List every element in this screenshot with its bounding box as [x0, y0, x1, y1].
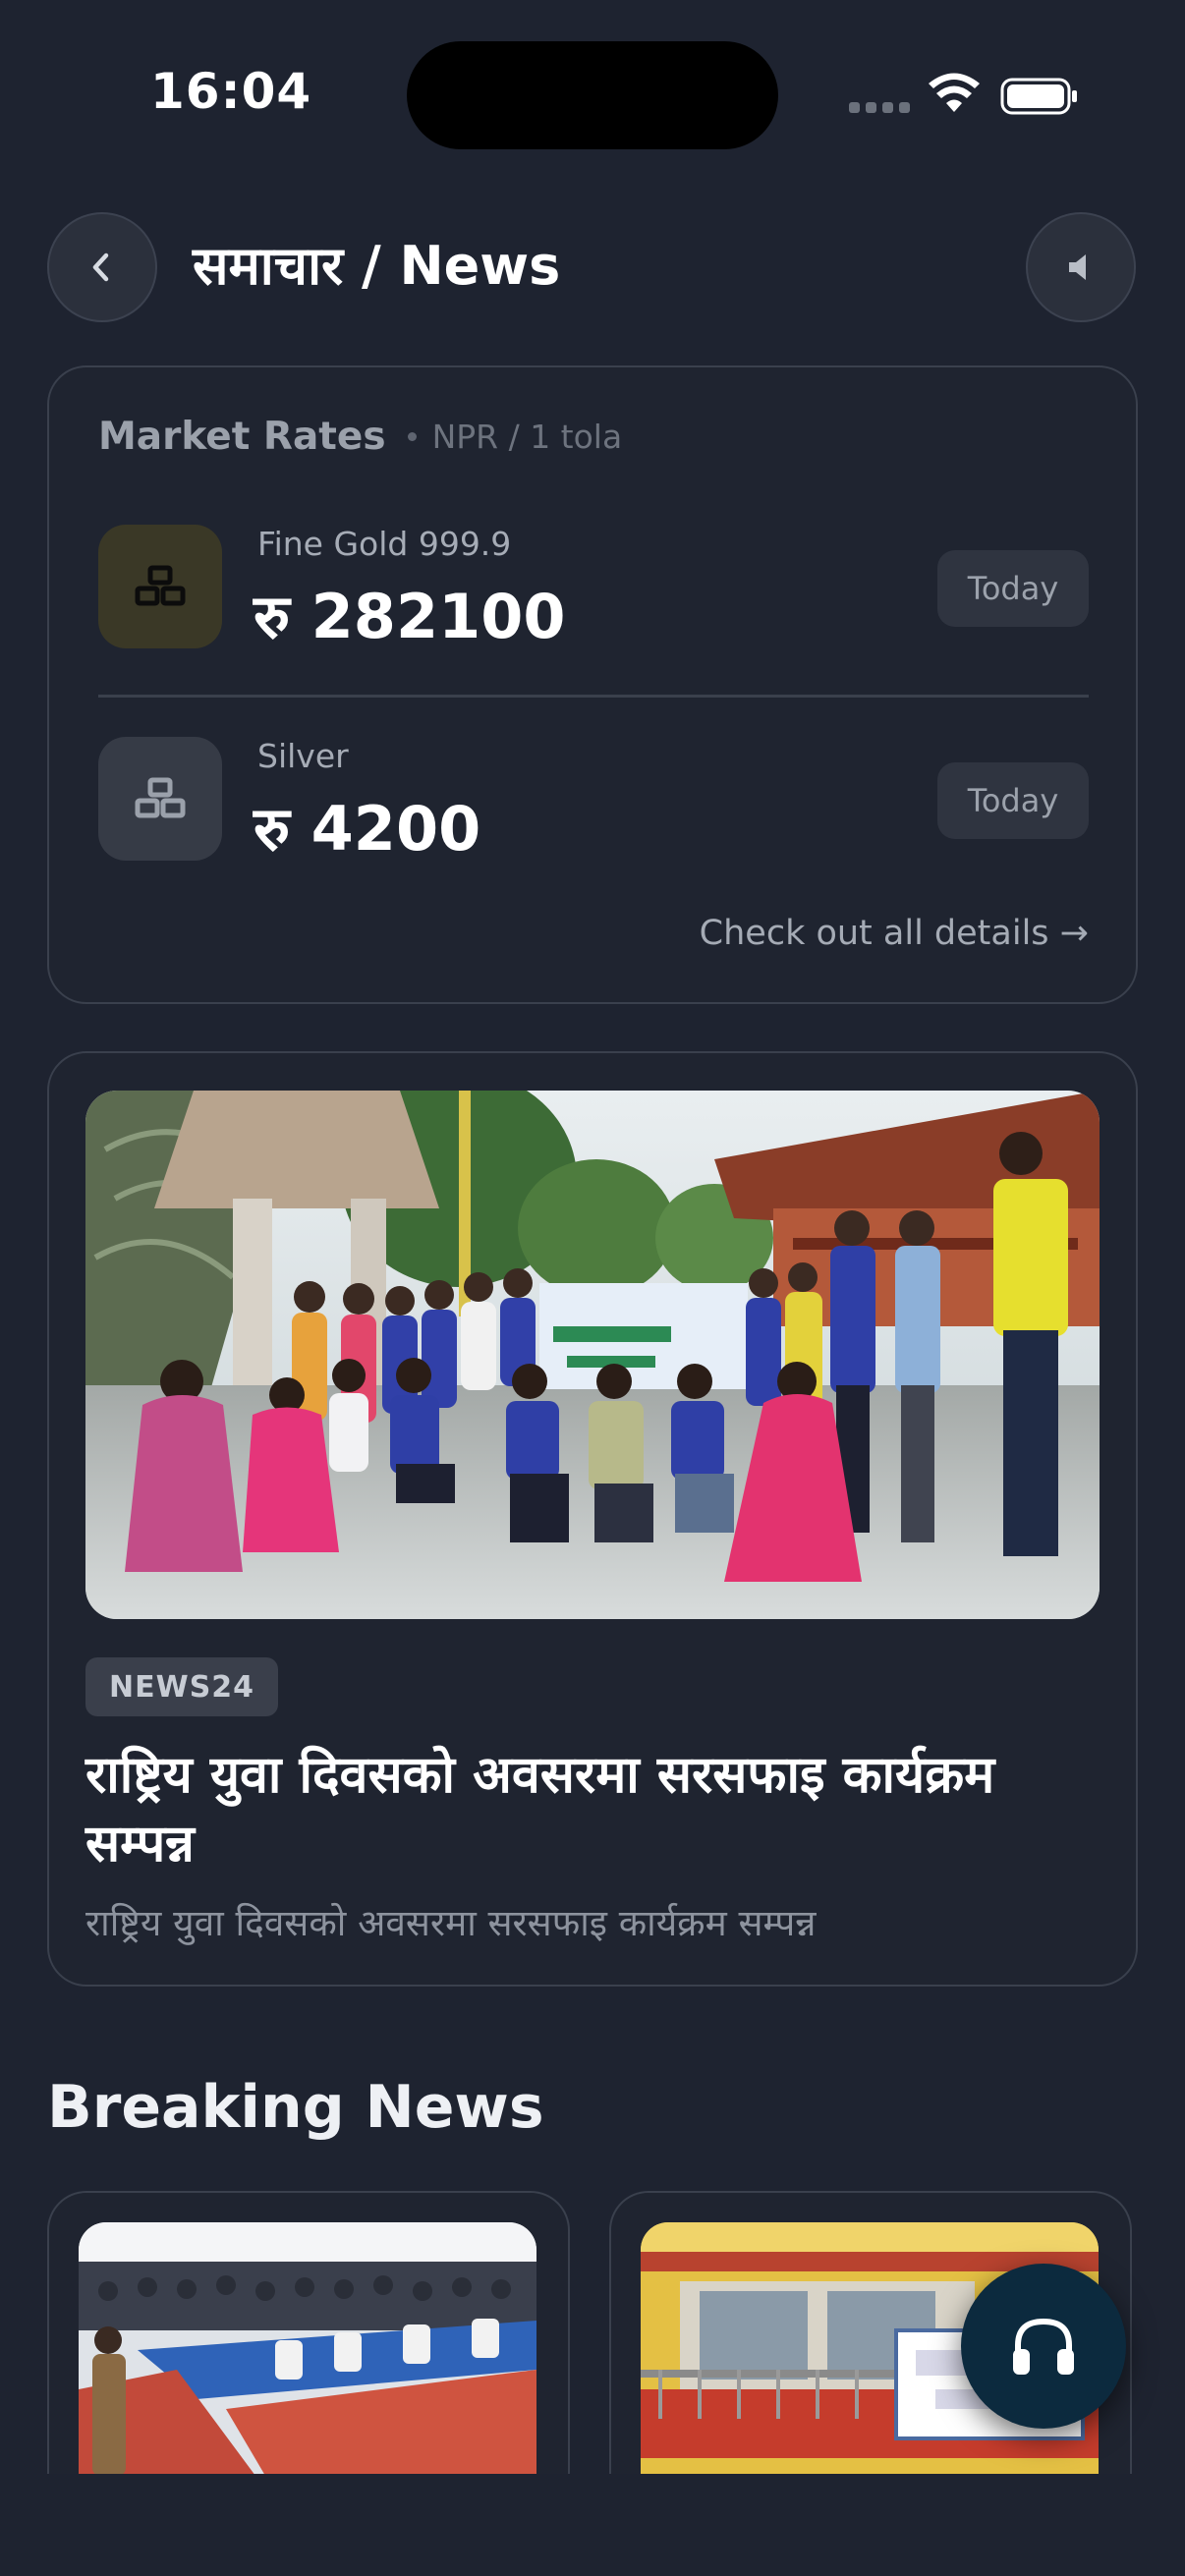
silver-rate-label: Silver	[257, 737, 349, 775]
news-headline[interactable]: राष्ट्रिय युवा दिवसको अवसरमा सरसफाइ कार्…	[85, 1741, 1107, 1878]
market-rates-unit: NPR / 1 tola	[431, 418, 623, 456]
cellular-signal-icon	[849, 102, 910, 113]
sound-button[interactable]	[1026, 212, 1136, 322]
featured-news-image	[85, 1091, 1100, 1619]
gold-rate-value: रु 282100	[254, 581, 566, 652]
status-time: 16:04	[150, 63, 312, 120]
gold-today-badge: Today	[937, 550, 1089, 627]
battery-icon	[1000, 78, 1077, 115]
breaking-news-title: Breaking News	[47, 2073, 544, 2142]
market-rates-title: Market Rates	[98, 415, 386, 459]
featured-news-card[interactable]: NEWS24 राष्ट्रिय युवा दिवसको अवसरमा सरसफ…	[47, 1051, 1138, 1987]
wifi-icon	[929, 73, 980, 112]
check-details-link[interactable]: Check out all details →	[700, 914, 1089, 953]
audio-player-button[interactable]	[961, 2264, 1126, 2429]
silver-rate-value: रु 4200	[254, 793, 481, 865]
speaker-icon	[1069, 254, 1086, 280]
breaking-news-image	[79, 2222, 536, 2476]
gold-rate-row: Fine Gold 999.9 रु 282100 Today	[98, 525, 1089, 652]
headphones-icon	[1013, 2318, 1074, 2375]
market-rates-card: Market Rates NPR / 1 tola Fine Gold 999.…	[47, 365, 1138, 1004]
separator-dot	[407, 432, 417, 441]
back-button[interactable]	[47, 212, 157, 322]
bottom-safe-area	[0, 2474, 1185, 2576]
gold-rate-label: Fine Gold 999.9	[257, 525, 512, 563]
news-source-badge: NEWS24	[85, 1657, 279, 1716]
chevron-left-icon	[92, 252, 109, 282]
news-summary: राष्ट्रिय युवा दिवसको अवसरमा सरसफाइ कार्…	[85, 1902, 817, 1944]
silver-bars-icon	[98, 737, 222, 861]
silver-rate-row: Silver रु 4200 Today	[98, 737, 1089, 865]
silver-today-badge: Today	[937, 762, 1089, 839]
page-title: समाचार / News	[193, 235, 561, 297]
rate-divider	[98, 695, 1089, 698]
gold-bars-icon	[98, 525, 222, 648]
market-rates-header: Market Rates NPR / 1 tola	[98, 415, 622, 459]
dynamic-island	[407, 41, 778, 149]
status-bar: 16:04	[0, 0, 1185, 157]
